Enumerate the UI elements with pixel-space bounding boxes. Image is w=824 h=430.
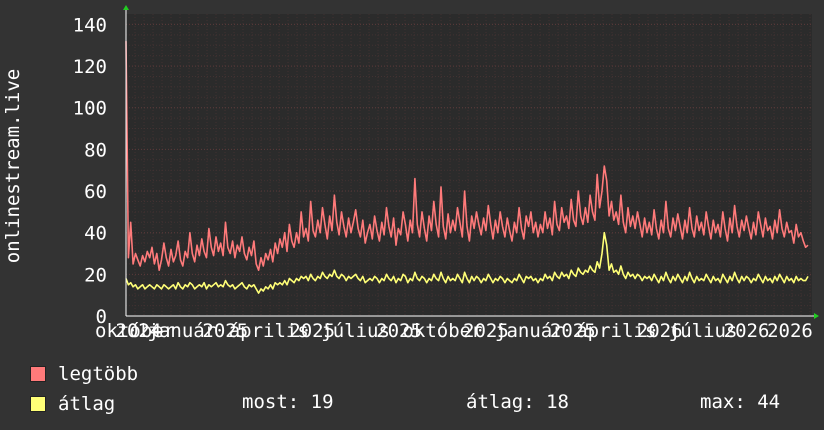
y-tick-label: 20 [84, 264, 107, 286]
y-tick-labels: 020406080100120140 [73, 14, 107, 328]
x-tick-label: 2026 [724, 320, 770, 342]
x-tick-labels: október2024január2025április2025július20… [95, 320, 813, 342]
y-axis-label: onlinestream.live [2, 69, 24, 263]
x-tick-label: 2026 [767, 320, 813, 342]
avg-swatch [30, 396, 46, 412]
legend-max-label: legtöbb [58, 363, 139, 385]
x-axis-arrow-icon [814, 313, 819, 319]
y-tick-label: 140 [73, 14, 107, 36]
y-tick-label: 60 [84, 181, 107, 203]
stat-now: most: 19 [242, 391, 334, 413]
y-tick-label: 120 [73, 56, 107, 78]
y-tick-label: 100 [73, 98, 107, 120]
max-swatch [30, 366, 46, 382]
plot-area [126, 14, 812, 316]
y-tick-label: 40 [84, 223, 107, 245]
y-axis-arrow-icon [123, 5, 129, 10]
stat-max: max: 44 [700, 391, 781, 413]
legend-avg-label: átlag [58, 393, 116, 415]
stat-avg: átlag: 18 [466, 391, 569, 413]
y-tick-label: 80 [84, 139, 107, 161]
